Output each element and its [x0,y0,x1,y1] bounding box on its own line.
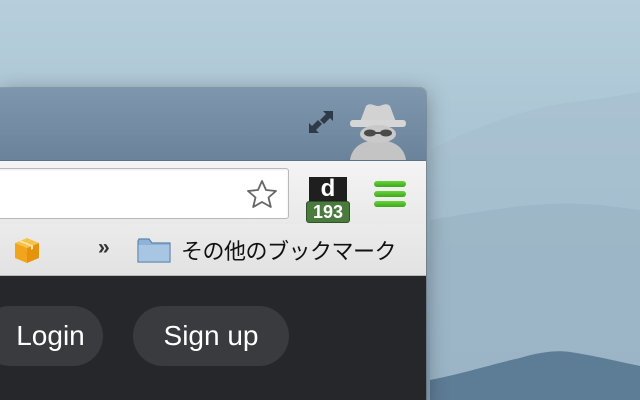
other-bookmarks-folder[interactable]: その他のブックマーク [137,233,397,267]
address-bar[interactable] [0,168,289,219]
extension-badge-count: 193 [306,201,350,223]
package-box-icon[interactable] [12,235,42,265]
bookmark-star-icon[interactable] [246,179,278,209]
browser-window: d 193 » その他のブックマーク Login Sign up [0,88,426,400]
sign-up-button[interactable]: Sign up [133,306,289,366]
browser-toolbar: d 193 [0,160,426,224]
extension-d-button[interactable]: d 193 [306,177,350,223]
title-bar [0,88,426,160]
bookmarks-overflow-chevron[interactable]: » [98,236,110,260]
page-content: Login Sign up [0,276,426,400]
fullscreen-arrows-icon[interactable] [306,107,336,137]
login-button[interactable]: Login [0,306,103,366]
folder-icon [137,238,171,263]
bookmarks-bar: » その他のブックマーク [0,224,426,276]
extension-d-letter: d [309,177,347,203]
incognito-icon[interactable] [344,100,412,160]
hamburger-menu-icon[interactable] [374,181,406,209]
other-bookmarks-label: その他のブックマーク [181,240,397,265]
